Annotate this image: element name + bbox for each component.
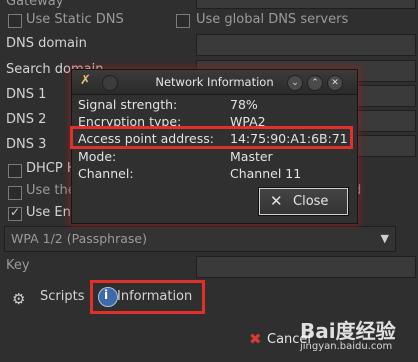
scripts-button[interactable]: ⚙ <box>12 290 34 308</box>
dhcp-label: DHCP H <box>26 161 77 176</box>
use-global-dns-label: Use global DNS servers <box>196 12 349 27</box>
signal-strength-label: Signal strength: <box>78 97 178 112</box>
watermark-url: jingyan.baidu.com <box>300 341 393 352</box>
information-highlight <box>90 280 205 314</box>
signal-strength-value: 78% <box>230 97 258 112</box>
dns1-label: DNS 1 <box>6 87 47 102</box>
key-label: Key <box>6 258 30 273</box>
use-encryption-checkbox[interactable] <box>8 205 22 221</box>
use-static-dns-checkbox[interactable] <box>8 14 22 28</box>
encryption-type-select[interactable]: WPA 1/2 (Passphrase) ▼ <box>4 226 396 252</box>
dns3-label: DNS 3 <box>6 137 47 152</box>
channel-value: Channel 11 <box>230 166 302 181</box>
mode-label: Mode: <box>78 149 117 164</box>
close-button[interactable]: ✕ Close <box>258 187 349 216</box>
gateway-field[interactable] <box>196 0 416 9</box>
dialog-titlebar[interactable]: ✗ Network Information ⌄ ⌃ ✕ <box>72 70 357 95</box>
use-static-dns-label: Use Static DNS <box>26 12 124 27</box>
encryption-type-value: WPA 1/2 (Passphrase) <box>11 231 147 246</box>
mode-value: Master <box>230 149 273 164</box>
dns2-label: DNS 2 <box>6 112 47 127</box>
close-button-label: Close <box>293 194 329 209</box>
use-these-label: Use the <box>26 183 76 198</box>
gears-icon: ⚙ <box>12 290 26 308</box>
scripts-label: Scripts <box>40 289 85 304</box>
cancel-x-icon: ✖ <box>249 330 262 348</box>
dhcp-checkbox[interactable] <box>8 164 22 178</box>
access-point-highlight <box>70 126 353 149</box>
chevron-down-icon: ▼ <box>380 232 389 245</box>
dns-domain-label: DNS domain <box>6 36 87 51</box>
close-x-icon: ✕ <box>270 192 283 210</box>
maximize-icon[interactable]: ⌃ <box>307 75 323 91</box>
use-these-checkbox[interactable] <box>8 186 22 200</box>
use-global-dns-checkbox[interactable] <box>176 14 190 28</box>
dns-domain-field[interactable] <box>196 34 416 56</box>
minimize-icon[interactable]: ⌄ <box>287 75 303 91</box>
close-icon[interactable]: ✕ <box>327 75 343 91</box>
key-field[interactable] <box>196 256 416 278</box>
gateway-label: Gateway <box>6 0 64 9</box>
baidu-watermark: Bai度经验 <box>300 319 396 343</box>
channel-label: Channel: <box>78 166 134 181</box>
